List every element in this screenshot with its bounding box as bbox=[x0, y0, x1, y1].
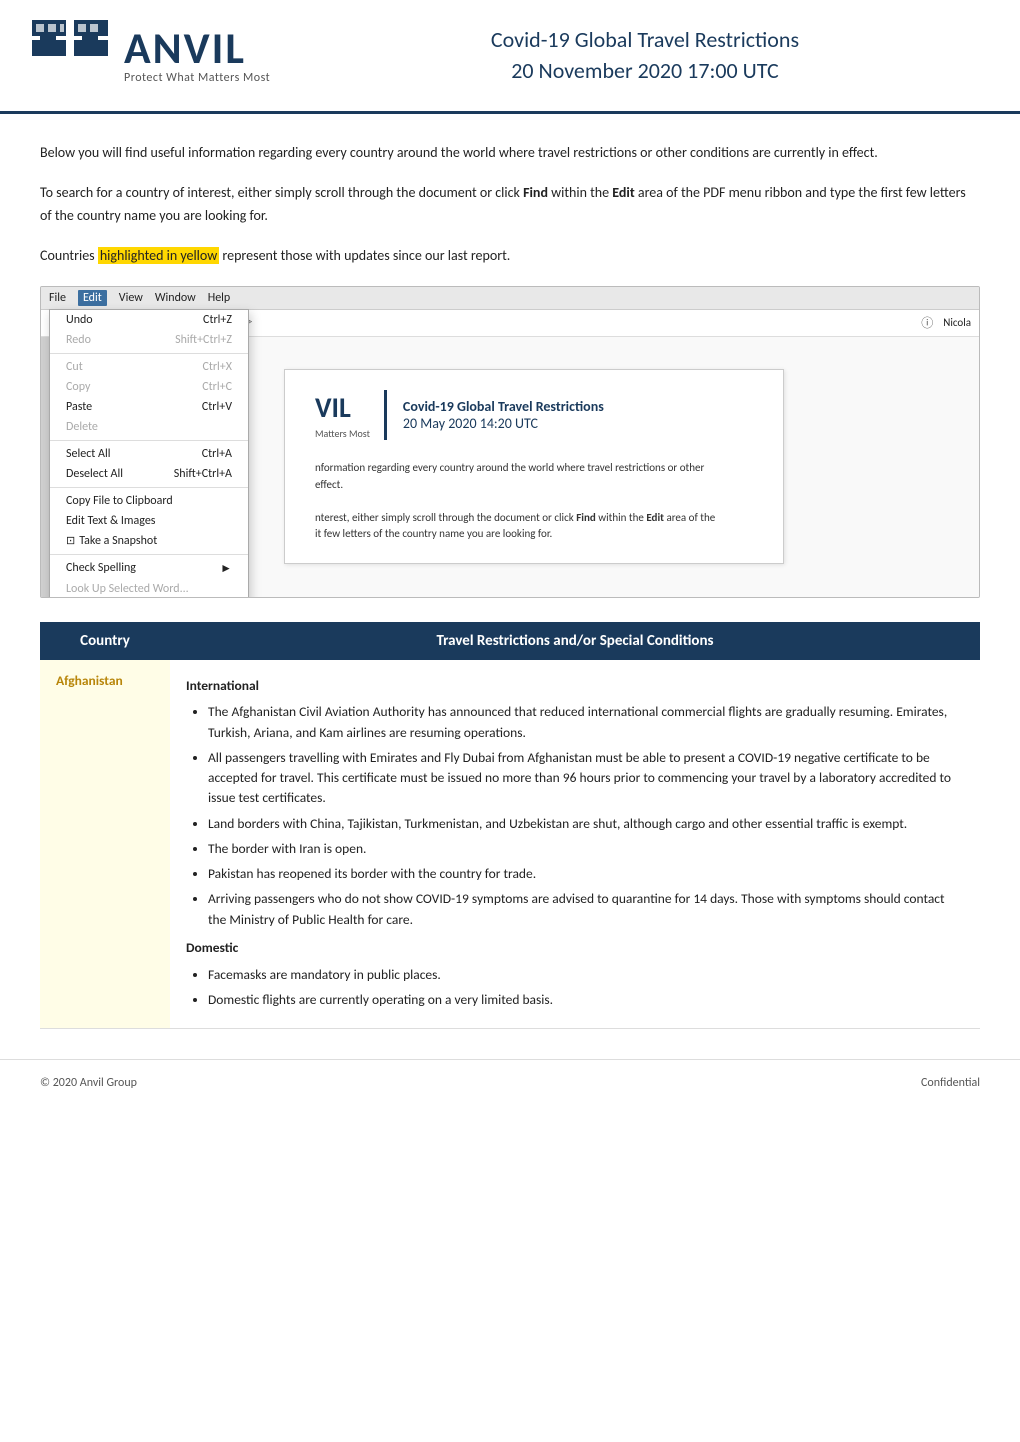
menu-check-spelling[interactable]: Check Spelling► bbox=[50, 558, 248, 579]
find-keyword: Find bbox=[523, 184, 548, 201]
edit-dropdown: UndoCtrl+Z RedoShift+Ctrl+Z CutCtrl+X Co… bbox=[49, 309, 249, 598]
bullet-item: All passengers travelling with Emirates … bbox=[208, 748, 964, 809]
pdf-inner-body: nformation regarding every country aroun… bbox=[315, 460, 753, 543]
menu-window[interactable]: Window bbox=[155, 291, 196, 305]
menu-delete[interactable]: Delete bbox=[50, 417, 248, 437]
pdf-menu-bar: File Edit View Window Help bbox=[41, 287, 979, 310]
inner-body-line2: effect. bbox=[315, 477, 753, 494]
header-title: Covid-19 Global Travel Restrictions 20 N… bbox=[310, 25, 980, 87]
menu-help[interactable]: Help bbox=[208, 291, 231, 305]
menu-edit-text[interactable]: Edit Text & Images bbox=[50, 511, 248, 531]
section-international: International bbox=[186, 676, 964, 697]
bullet-item: The border with Iran is open. bbox=[208, 839, 964, 859]
inner-title-line1: Covid-19 Global Travel Restrictions bbox=[403, 398, 604, 415]
menu-deselect-all[interactable]: Deselect AllShift+Ctrl+A bbox=[50, 464, 248, 484]
menu-view[interactable]: View bbox=[119, 291, 143, 305]
inner-body-line4: it few letters of the country name you a… bbox=[315, 526, 753, 543]
table-container: Country Travel Restrictions and/or Speci… bbox=[40, 622, 980, 1030]
inner-body-line1: nformation regarding every country aroun… bbox=[315, 460, 753, 477]
restrictions-table: Country Travel Restrictions and/or Speci… bbox=[40, 622, 980, 1030]
logo-tagline: Protect What Matters Most bbox=[124, 72, 270, 85]
menu-select-all[interactable]: Select AllCtrl+A bbox=[50, 444, 248, 464]
menu-paste[interactable]: PasteCtrl+V bbox=[50, 397, 248, 417]
footer-confidential: Confidential bbox=[921, 1076, 980, 1090]
page-footer: © 2020 Anvil Group Confidential bbox=[0, 1059, 1020, 1106]
domestic-bullets: Facemasks are mandatory in public places… bbox=[208, 965, 964, 1011]
edit-keyword: Edit bbox=[612, 184, 634, 201]
inner-title-line2: 20 May 2020 14:20 UTC bbox=[403, 415, 604, 432]
title-line1: Covid-19 Global Travel Restrictions bbox=[310, 25, 980, 56]
highlight-text: highlighted in yellow bbox=[98, 247, 219, 264]
bullet-item: The Afghanistan Civil Aviation Authority… bbox=[208, 702, 964, 743]
col-header-restrictions: Travel Restrictions and/or Special Condi… bbox=[170, 622, 980, 660]
menu-edit[interactable]: Edit bbox=[78, 290, 107, 306]
pdf-inner-logo: VILMatters Most bbox=[315, 390, 387, 440]
menu-lookup[interactable]: Look Up Selected Word... bbox=[50, 579, 248, 598]
country-cell-afghanistan: Afghanistan bbox=[40, 660, 170, 1029]
help-circle-icon: ⓘ bbox=[917, 314, 937, 332]
pdf-screenshot: File Edit View Window Help He ✉ 🔍 ⓘ ◎ 1 … bbox=[40, 286, 980, 598]
menu-copy-text[interactable]: CopyCtrl+C bbox=[50, 377, 248, 397]
intro-paragraph1: Below you will find useful information r… bbox=[40, 142, 980, 164]
pdf-body: UndoCtrl+Z RedoShift+Ctrl+Z CutCtrl+X Co… bbox=[41, 337, 979, 597]
anvil-logo-icon bbox=[30, 18, 110, 93]
section-domestic: Domestic bbox=[186, 938, 964, 959]
international-bullets: The Afghanistan Civil Aviation Authority… bbox=[208, 702, 964, 930]
pdf-inner-title: Covid-19 Global Travel Restrictions 20 M… bbox=[403, 398, 604, 432]
menu-file[interactable]: File bbox=[49, 291, 66, 305]
logo-anvil-text: ANVIL bbox=[124, 26, 270, 70]
bullet-item: Land borders with China, Tajikistan, Tur… bbox=[208, 814, 964, 834]
table-row: Afghanistan International The Afghanista… bbox=[40, 660, 980, 1029]
intro-paragraph2: To search for a country of interest, eit… bbox=[40, 182, 980, 227]
main-content: Below you will find useful information r… bbox=[0, 114, 1020, 1049]
footer-copyright: © 2020 Anvil Group bbox=[40, 1076, 137, 1090]
pdf-inner-page: VILMatters Most Covid-19 Global Travel R… bbox=[284, 369, 784, 564]
bullet-item: Domestic flights are currently operating… bbox=[208, 990, 964, 1010]
inner-body-line3: nterest, either simply scroll through th… bbox=[315, 510, 753, 527]
user-name: Nicola bbox=[943, 316, 971, 329]
table-header-row: Country Travel Restrictions and/or Speci… bbox=[40, 622, 980, 660]
bullet-item: Arriving passengers who do not show COVI… bbox=[208, 889, 964, 930]
intro-paragraph3: Countries highlighted in yellow represen… bbox=[40, 245, 980, 267]
separator2 bbox=[50, 440, 248, 441]
logo-text: ANVIL Protect What Matters Most bbox=[124, 26, 270, 85]
col-header-country: Country bbox=[40, 622, 170, 660]
pdf-inner-header: VILMatters Most Covid-19 Global Travel R… bbox=[315, 390, 753, 450]
restriction-cell-afghanistan: International The Afghanistan Civil Avia… bbox=[170, 660, 980, 1029]
title-line2: 20 November 2020 17:00 UTC bbox=[310, 56, 980, 87]
page-header: ANVIL Protect What Matters Most Covid-19… bbox=[0, 0, 1020, 114]
country-name-afghanistan: Afghanistan bbox=[56, 672, 123, 689]
separator3 bbox=[50, 487, 248, 488]
menu-cut[interactable]: CutCtrl+X bbox=[50, 357, 248, 377]
menu-copy-file[interactable]: Copy File to Clipboard bbox=[50, 491, 248, 511]
menu-undo[interactable]: UndoCtrl+Z bbox=[50, 310, 248, 330]
logo-area: ANVIL Protect What Matters Most bbox=[30, 18, 310, 93]
menu-redo[interactable]: RedoShift+Ctrl+Z bbox=[50, 330, 248, 350]
menu-snapshot[interactable]: ⊡ Take a Snapshot bbox=[50, 531, 248, 551]
bullet-item: Facemasks are mandatory in public places… bbox=[208, 965, 964, 985]
separator1 bbox=[50, 353, 248, 354]
separator4 bbox=[50, 554, 248, 555]
bullet-item: Pakistan has reopened its border with th… bbox=[208, 864, 964, 884]
